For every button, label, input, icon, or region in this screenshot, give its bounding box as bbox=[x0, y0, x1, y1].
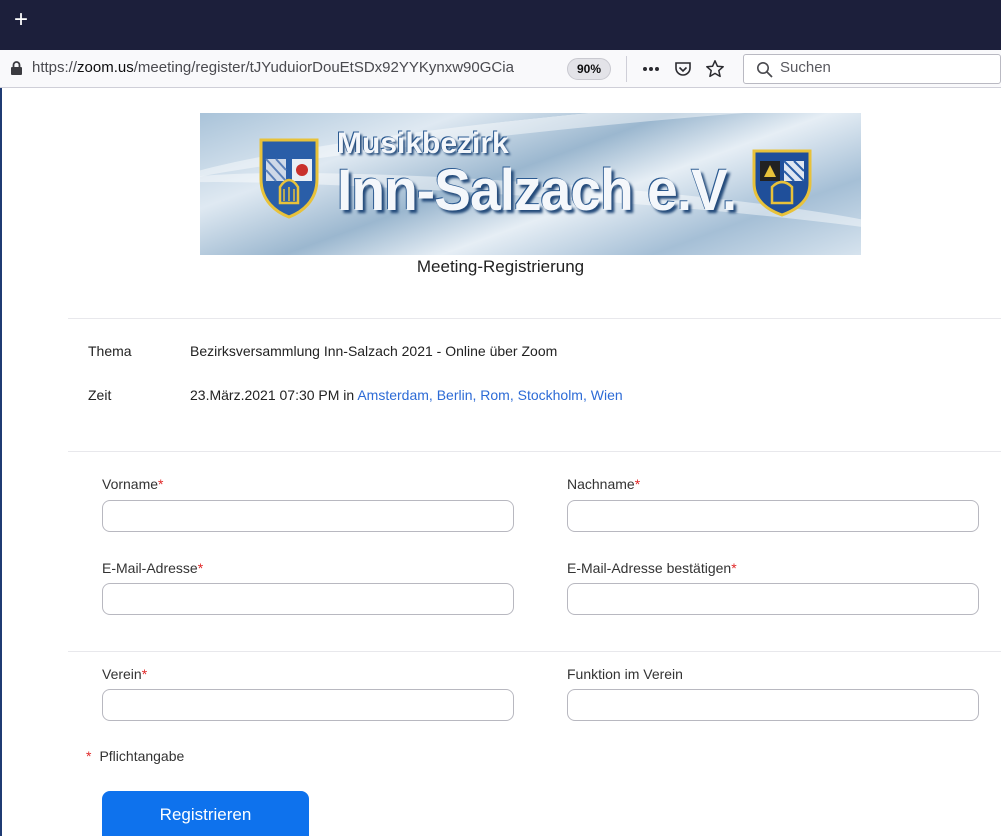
last-name-label: Nachname* bbox=[567, 476, 641, 492]
new-tab-button[interactable]: + bbox=[14, 6, 28, 34]
required-marker: * bbox=[158, 476, 164, 492]
required-marker: * bbox=[731, 560, 737, 576]
url-field[interactable]: https://zoom.us/meeting/register/tJYudui… bbox=[32, 59, 562, 76]
register-button[interactable]: Registrieren bbox=[102, 791, 309, 836]
club-banner: Musikbezirk Inn-Salzach e.V. bbox=[200, 113, 861, 255]
time-text: 23.März.2021 07:30 PM in bbox=[190, 387, 355, 403]
browser-search-input[interactable] bbox=[780, 59, 980, 76]
club-label: Verein* bbox=[102, 666, 148, 682]
email-confirm-field[interactable] bbox=[567, 583, 979, 615]
pocket-icon[interactable] bbox=[672, 58, 694, 80]
required-note: * Pflichtangabe bbox=[86, 748, 185, 764]
page-title: Meeting-Registrierung bbox=[416, 257, 585, 276]
url-path: /meeting/register/tJYuduiorDouEtSDx92YYK… bbox=[133, 59, 514, 76]
topic-label: Thema bbox=[88, 343, 132, 359]
lock-icon bbox=[11, 61, 22, 75]
left-border bbox=[0, 88, 2, 836]
browser-search-box[interactable] bbox=[743, 54, 1001, 84]
required-marker: * bbox=[634, 476, 641, 492]
email-confirm-label: E-Mail-Adresse bestätigen* bbox=[567, 560, 737, 576]
ellipsis-icon[interactable] bbox=[640, 58, 662, 80]
tab-bar: + bbox=[0, 0, 1001, 50]
email-field[interactable] bbox=[102, 583, 514, 615]
time-label: Zeit bbox=[88, 387, 112, 403]
required-marker: * bbox=[86, 748, 92, 764]
first-name-field[interactable] bbox=[102, 500, 514, 532]
timezone-link[interactable]: Amsterdam, Berlin, Rom, Stockholm, Wien bbox=[357, 387, 622, 403]
last-name-field[interactable] bbox=[567, 500, 979, 532]
search-icon bbox=[757, 62, 773, 78]
musikbezirk-crest-logo bbox=[259, 138, 319, 219]
url-host: zoom.us bbox=[77, 59, 134, 76]
toolbar-separator bbox=[626, 56, 627, 82]
divider bbox=[68, 318, 1001, 319]
role-label: Funktion im Verein bbox=[567, 666, 683, 682]
required-marker: * bbox=[197, 560, 204, 576]
first-name-label: Vorname* bbox=[102, 476, 164, 492]
divider bbox=[68, 651, 1001, 652]
topic-value: Bezirksversammlung Inn-Salzach 2021 - On… bbox=[190, 343, 558, 359]
musikbund-crest-logo bbox=[752, 149, 812, 217]
banner-title-line2: Inn-Salzach e.V. bbox=[337, 158, 737, 223]
divider bbox=[68, 451, 1001, 452]
email-label: E-Mail-Adresse* bbox=[102, 560, 204, 576]
role-field[interactable] bbox=[567, 689, 979, 721]
required-marker: * bbox=[141, 666, 148, 682]
url-prefix: https:// bbox=[32, 59, 78, 76]
time-value: 23.März.2021 07:30 PM in Amsterdam, Berl… bbox=[190, 387, 623, 403]
club-field[interactable] bbox=[102, 689, 514, 721]
star-icon[interactable] bbox=[704, 58, 726, 80]
zoom-level-badge[interactable]: 90% bbox=[567, 58, 611, 80]
banner-title-line1: Musikbezirk bbox=[337, 127, 509, 160]
navigation-bar: https://zoom.us/meeting/register/tJYudui… bbox=[0, 50, 1001, 88]
